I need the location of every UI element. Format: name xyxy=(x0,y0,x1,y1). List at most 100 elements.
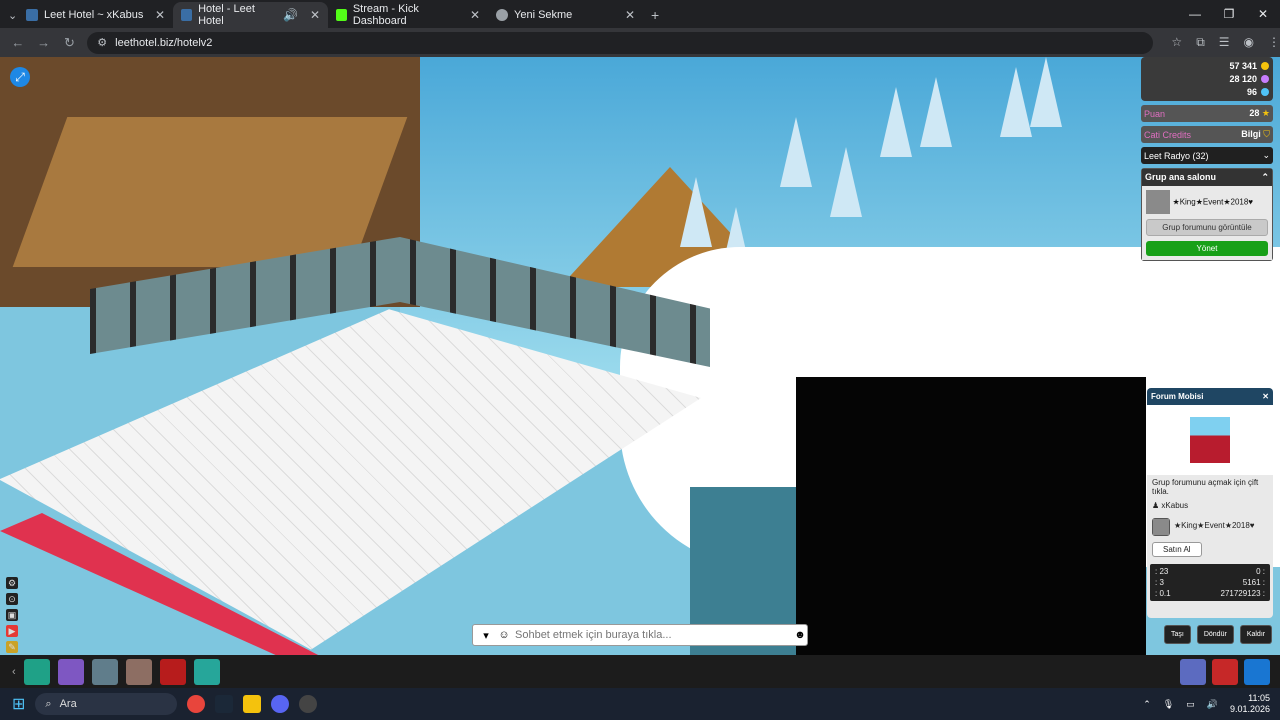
obs-icon[interactable] xyxy=(299,695,318,713)
forum-group-name: ★King★Event★2018♥ xyxy=(1174,520,1255,530)
stat-row: : 3 5161 : xyxy=(1150,577,1270,588)
chrome-icon[interactable] xyxy=(187,695,206,713)
game-canvas[interactable]: ⤢ ⚙ ⊙ ▣ ▶ ✎ 57 341 28 120 96 Puan 28 ★ C… xyxy=(0,57,1280,655)
stat-row: : 23 0 : xyxy=(1150,566,1270,577)
close-tab-icon[interactable]: ✕ xyxy=(310,8,320,22)
fullscreen-toggle-icon[interactable]: ⤢ xyxy=(10,67,30,87)
bookmark-star-icon[interactable]: ☆ xyxy=(1171,35,1182,50)
speaker-icon[interactable]: 🔊 xyxy=(283,8,298,22)
menu-dots-icon[interactable]: ⋮ xyxy=(1268,35,1280,50)
minimize-icon[interactable]: — xyxy=(1178,0,1212,28)
chevron-left-icon[interactable]: ‹ xyxy=(12,666,16,678)
emoji-icon[interactable]: ☻ xyxy=(793,629,807,641)
back-arrow-icon[interactable]: ← xyxy=(10,35,26,50)
restore-icon[interactable]: ❐ xyxy=(1212,0,1246,28)
stat-left: : 23 xyxy=(1155,567,1169,576)
points-label: Puan xyxy=(1144,108,1166,119)
tab-search-button[interactable]: ⌄ xyxy=(0,2,18,28)
notes-icon[interactable]: ✎ xyxy=(6,641,18,653)
forward-arrow-icon[interactable]: → xyxy=(36,35,52,50)
clock-time: 11:05 xyxy=(1248,693,1270,703)
close-tab-icon[interactable]: ✕ xyxy=(625,8,635,22)
avatar-head-icon: ☺ xyxy=(498,629,510,641)
pickup-button[interactable]: Kaldır xyxy=(1239,625,1273,644)
radio-bar[interactable]: Leet Radyo (32) ⌄ xyxy=(1141,147,1273,164)
snow-tree xyxy=(920,77,952,147)
avatar-menu-icon[interactable] xyxy=(159,658,186,685)
os-taskbar: ⊞ ⌕ Ara ⌃ 🎙 ▭ 🔊 11:05 9.01.2026 xyxy=(0,688,1280,720)
steam-icon[interactable] xyxy=(215,695,234,713)
tab-new-tab[interactable]: Yeni Sekme ✕ xyxy=(488,2,643,28)
roof-deck xyxy=(12,117,408,267)
microphone-icon[interactable]: 🎙 xyxy=(1163,699,1174,710)
duckets-icon xyxy=(1261,74,1269,83)
group-header: Grup ana salonu xyxy=(1145,172,1217,182)
view-forum-button[interactable]: Grup forumunu görüntüle xyxy=(1146,219,1268,236)
friends-icon[interactable] xyxy=(1180,658,1206,685)
tab-label: Stream - Kick Dashboard xyxy=(352,3,419,27)
credits-info-value: Bilgi xyxy=(1241,129,1261,139)
snow-tree xyxy=(1000,67,1032,137)
close-window-icon[interactable]: ✕ xyxy=(1246,0,1280,28)
url-bar[interactable]: ⚙ leethotel.biz/hotelv2 xyxy=(87,31,1154,54)
hud-panel: 57 341 28 120 96 Puan 28 ★ Cati Credits … xyxy=(1141,57,1273,261)
currency-box: 57 341 28 120 96 xyxy=(1141,57,1273,101)
buy-button[interactable]: Satın Al xyxy=(1152,542,1202,557)
tab-label: Leet Hotel ~ xKabus xyxy=(44,9,144,21)
chat-style-icon[interactable]: ▾ xyxy=(479,629,493,642)
catalog-icon[interactable] xyxy=(57,658,84,685)
network-icon[interactable]: ▭ xyxy=(1186,699,1195,710)
profile-avatar-icon[interactable]: ◉ xyxy=(1244,35,1254,50)
chat-input[interactable] xyxy=(515,629,789,641)
file-explorer-icon[interactable] xyxy=(243,695,262,713)
close-tab-icon[interactable]: ✕ xyxy=(470,8,480,22)
media-control-icon[interactable]: ☰ xyxy=(1219,35,1230,50)
forum-description: Grup forumunu açmak için çift tıkla. xyxy=(1152,478,1259,496)
rotate-button[interactable]: Döndür xyxy=(1196,625,1234,644)
furni-action-buttons: Taşı Döndür Kaldır xyxy=(1164,625,1273,644)
stat-left: : 3 xyxy=(1155,578,1164,587)
taskbar-search[interactable]: ⌕ Ara xyxy=(35,693,178,715)
snow-tree xyxy=(1030,57,1062,127)
close-panel-icon[interactable]: ✕ xyxy=(1262,392,1269,401)
move-button[interactable]: Taşı xyxy=(1164,625,1191,644)
camera-icon[interactable]: ▣ xyxy=(6,609,18,621)
user-icon: ♟ xyxy=(1152,501,1160,510)
navigator-icon[interactable] xyxy=(23,658,50,685)
credits-icon xyxy=(1261,61,1269,70)
chevron-up-icon[interactable]: ⌃ xyxy=(1143,699,1151,710)
diamonds-value: 96 xyxy=(1246,86,1257,97)
site-info-icon[interactable]: ⚙ xyxy=(97,36,107,49)
volume-icon[interactable]: 🔊 xyxy=(1207,699,1218,710)
youtube-icon[interactable]: ▶ xyxy=(6,625,18,637)
close-tab-icon[interactable]: ✕ xyxy=(155,8,165,22)
windows-start-icon[interactable]: ⊞ xyxy=(12,694,25,714)
owner-row: ♟ xKabus xyxy=(1147,499,1273,512)
rooms-icon[interactable] xyxy=(193,658,220,685)
owner-name: xKabus xyxy=(1161,501,1189,510)
chevron-down-icon[interactable]: ⌄ xyxy=(1262,150,1270,161)
tab-kick-dashboard[interactable]: Stream - Kick Dashboard ✕ xyxy=(328,2,488,28)
new-tab-plus-icon[interactable]: + xyxy=(643,2,667,28)
settings-icon[interactable]: ⚙ xyxy=(6,577,18,589)
item-preview xyxy=(1147,405,1273,475)
snow-tree xyxy=(780,117,812,187)
credits-info-bar[interactable]: Cati Credits Bilgi ⛉ xyxy=(1141,126,1273,143)
site-favicon-icon xyxy=(26,9,38,21)
tab-hotel-leet-hotel[interactable]: Hotel - Leet Hotel 🔊 ✕ xyxy=(173,2,328,28)
help-icon[interactable] xyxy=(1244,658,1270,685)
group-row: ★King★Event★2018♥ xyxy=(1147,512,1273,538)
clock[interactable]: 11:05 9.01.2026 xyxy=(1230,693,1270,715)
reload-icon[interactable]: ↻ xyxy=(62,35,78,51)
extensions-icon[interactable]: ⧉ xyxy=(1196,35,1205,50)
points-bar[interactable]: Puan 28 ★ xyxy=(1141,105,1273,122)
manage-group-button[interactable]: Yönet xyxy=(1146,241,1268,256)
credits-value: 57 341 xyxy=(1229,60,1257,71)
tab-leet-hotel-xkabus[interactable]: Leet Hotel ~ xKabus ✕ xyxy=(18,2,173,28)
shop-icon[interactable] xyxy=(125,658,152,685)
inventory-icon[interactable] xyxy=(91,658,118,685)
location-icon[interactable]: ⊙ xyxy=(6,593,18,605)
chevron-up-icon[interactable]: ⌃ xyxy=(1261,172,1269,183)
messenger-icon[interactable] xyxy=(1212,658,1238,685)
discord-icon[interactable] xyxy=(271,695,290,713)
